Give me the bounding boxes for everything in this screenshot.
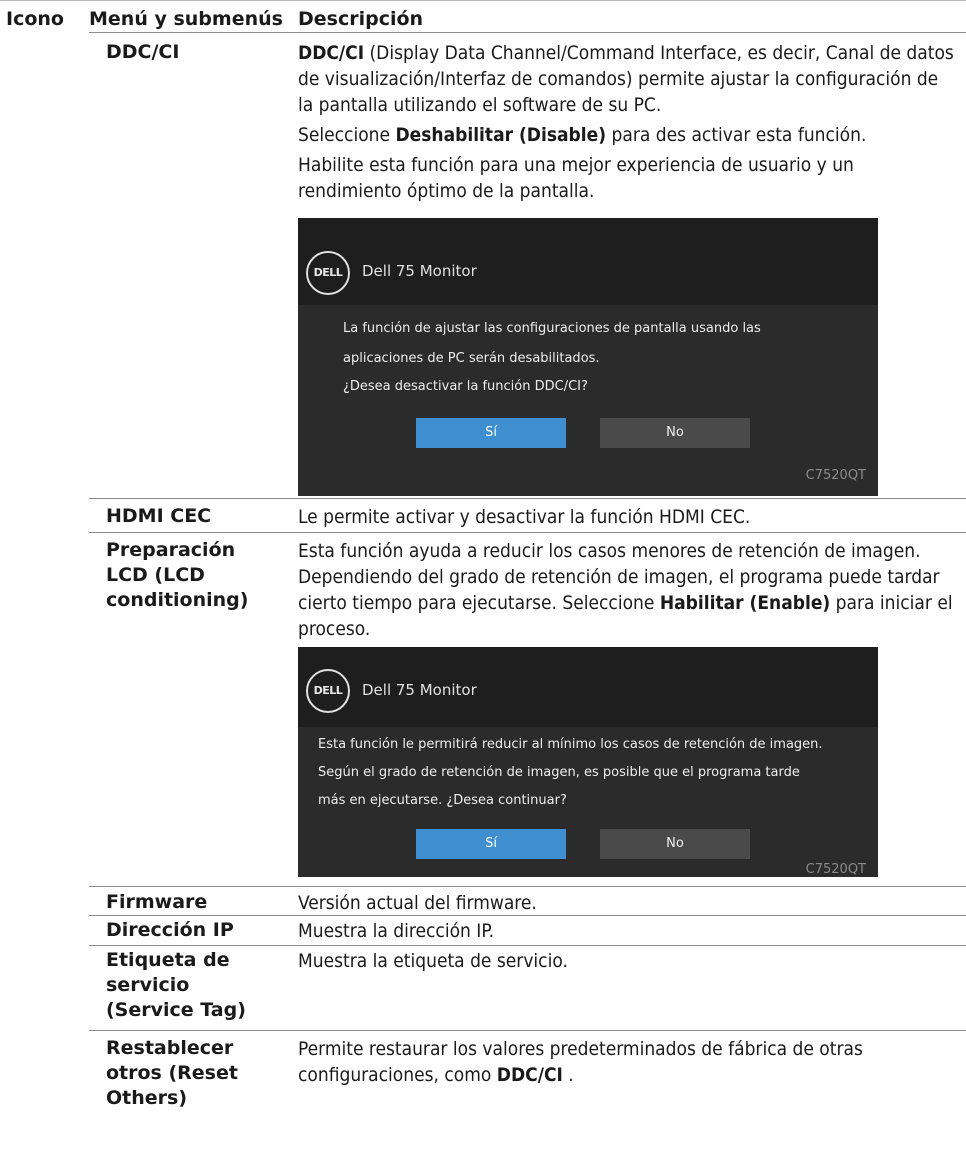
table-header: Icono Menú y submenús Descripción [0,4,966,34]
osd-yes-button[interactable]: Sí [416,829,566,859]
header-divider [89,32,966,33]
menu-item-hdmi-cec: HDMI CEC [106,505,212,527]
dell-logo-icon: DELL [306,251,350,295]
reset-description-text: Permite restaurar los valores predetermi… [298,1038,863,1086]
osd-body: La función de ajustar las configuracione… [298,305,878,496]
ddcci-select-prefix: Seleccione [298,124,396,146]
osd-message-line-3: ¿Desea desactivar la función DDC/CI? [343,379,588,394]
description-hdmi-cec: Le permite activar y desactivar la funci… [298,506,751,528]
row-divider [89,915,966,916]
row-divider [89,945,966,946]
table-row-service-tag: Etiqueta de servicio (Service Tag) Muest… [89,948,966,1028]
osd-model-label: C7520QT [805,862,866,877]
osd-message-line-3: más en ejecutarse. ¿Desea continuar? [318,793,567,808]
column-header-description: Descripción [298,8,424,30]
lcd-enable-option: Habilitar (Enable) [659,592,831,614]
menu-item-ip-address: Dirección IP [106,919,234,941]
menu-item-firmware: Firmware [106,891,208,913]
menu-item-reset-others: Restablecer otros (Reset Others) [106,1037,238,1109]
osd-header: DELL Dell 75 Monitor [298,647,878,727]
description-ip-address: Muestra la dirección IP. [298,920,495,942]
osd-body: Esta función le permitirá reducir al mín… [298,727,878,877]
osd-no-button[interactable]: No [600,829,750,859]
ddcci-enable-recommendation: Habilite esta función para una mejor exp… [298,154,854,202]
reset-description-suffix: . [562,1064,574,1086]
reset-ddcci-term: DDC/CI [496,1064,563,1086]
osd-message-line-1: La función de ajustar las configuracione… [343,321,761,336]
menu-item-ddcci: DDC/CI [106,41,180,63]
column-header-icon: Icono [6,8,64,30]
osd-model-label: C7520QT [805,468,866,483]
table-row-ip-address: Dirección IP Muestra la dirección IP. [89,918,966,944]
description-ddcci: DDC/CI (Display Data Channel/Command Int… [298,40,958,204]
osd-dialog-lcd-conditioning: DELL Dell 75 Monitor Esta función le per… [298,647,878,877]
table-row-reset-others: Restablecer otros (Reset Others) Permite… [89,1036,966,1148]
table-row-hdmi-cec: HDMI CEC Le permite activar y desactivar… [89,502,966,532]
row-divider [89,532,966,533]
menu-item-lcd-conditioning: Preparación LCD (LCD conditioning) [106,539,249,611]
osd-title: Dell 75 Monitor [362,262,477,280]
description-reset-others: Permite restaurar los valores predetermi… [298,1036,958,1088]
row-divider [89,886,966,887]
osd-yes-button[interactable]: Sí [416,418,566,448]
osd-message-line-1: Esta función le permitirá reducir al mín… [318,737,823,752]
description-lcd-conditioning: Esta función ayuda a reducir los casos m… [298,538,958,642]
dell-logo-icon: DELL [306,669,350,713]
osd-header: DELL Dell 75 Monitor [298,218,878,305]
ddcci-description-text: (Display Data Channel/Command Interface,… [298,42,954,116]
ddcci-bold-term: DDC/CI [298,42,365,64]
ddcci-select-suffix: para des activar esta función. [606,124,867,146]
osd-message-line-2: aplicaciones de PC serán desabilitados. [343,351,600,366]
description-service-tag: Muestra la etiqueta de servicio. [298,950,568,972]
top-rule [0,0,966,1]
table-row-firmware: Firmware Versión actual del firmware. [89,888,966,916]
osd-no-button[interactable]: No [600,418,750,448]
row-divider [89,498,966,499]
column-header-menu: Menú y submenús [89,8,283,30]
row-divider [89,1030,966,1031]
description-firmware: Versión actual del firmware. [298,892,537,914]
osd-dialog-ddcci: DELL Dell 75 Monitor La función de ajust… [298,218,878,496]
osd-title: Dell 75 Monitor [362,681,477,699]
osd-message-line-2: Según el grado de retención de imagen, e… [318,765,800,780]
ddcci-disable-option: Deshabilitar (Disable) [395,124,607,146]
menu-item-service-tag: Etiqueta de servicio (Service Tag) [106,949,246,1021]
